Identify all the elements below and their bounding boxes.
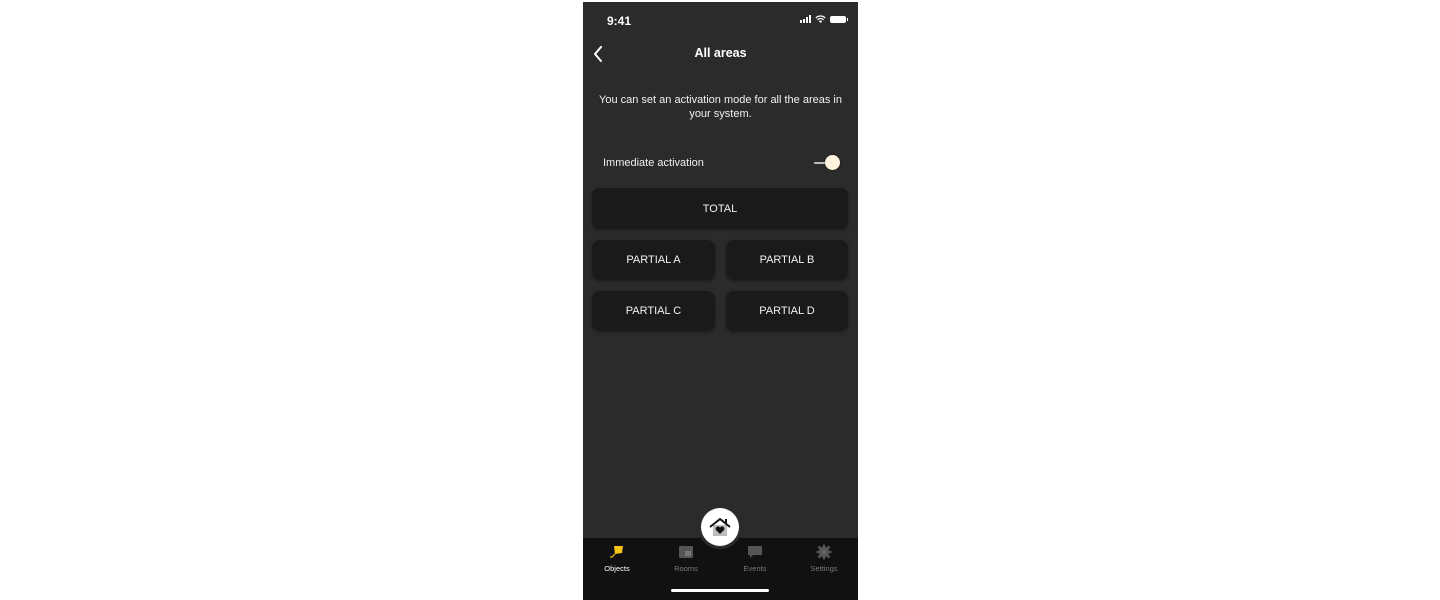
tab-label: Rooms	[674, 564, 698, 573]
partial-d-button[interactable]: PARTIAL D	[726, 291, 848, 331]
chat-bubble-icon	[748, 546, 762, 558]
signal-icon	[800, 15, 811, 23]
home-indicator	[671, 589, 769, 592]
home-action-button[interactable]	[701, 508, 739, 546]
tab-settings[interactable]: Settings	[794, 544, 854, 573]
description-text: You can set an activation mode for all t…	[599, 94, 842, 120]
navigation-bar: All areas	[583, 38, 858, 70]
partial-c-button[interactable]: PARTIAL C	[592, 291, 715, 331]
tab-label: Events	[743, 564, 767, 573]
partial-a-button[interactable]: PARTIAL A	[592, 240, 715, 280]
page-title: All areas	[694, 46, 747, 60]
partial-b-button[interactable]: PARTIAL B	[726, 240, 848, 280]
tab-label: Settings	[810, 564, 838, 573]
status-time: 9:41	[607, 14, 632, 28]
tab-label: Objects	[604, 564, 630, 573]
tab-rooms[interactable]: Rooms	[656, 544, 716, 573]
toggle-knob	[825, 155, 840, 170]
home-heart-icon	[709, 518, 731, 536]
immediate-activation-toggle[interactable]	[814, 155, 840, 171]
battery-icon	[830, 15, 848, 23]
immediate-activation-row: Immediate activation	[603, 152, 840, 174]
tab-objects[interactable]: Objects	[587, 544, 647, 573]
gear-icon	[816, 544, 832, 560]
tab-events[interactable]: Events	[725, 544, 785, 573]
rooms-icon	[679, 546, 693, 558]
objects-icon	[610, 546, 623, 558]
total-button[interactable]: TOTAL	[592, 188, 848, 229]
wifi-icon	[815, 15, 826, 23]
phone-screen: 9:41 All areas You can set an activation…	[583, 2, 858, 600]
toggle-label: Immediate activation	[603, 157, 704, 169]
status-icons	[800, 15, 848, 23]
status-bar: 9:41	[583, 2, 858, 38]
